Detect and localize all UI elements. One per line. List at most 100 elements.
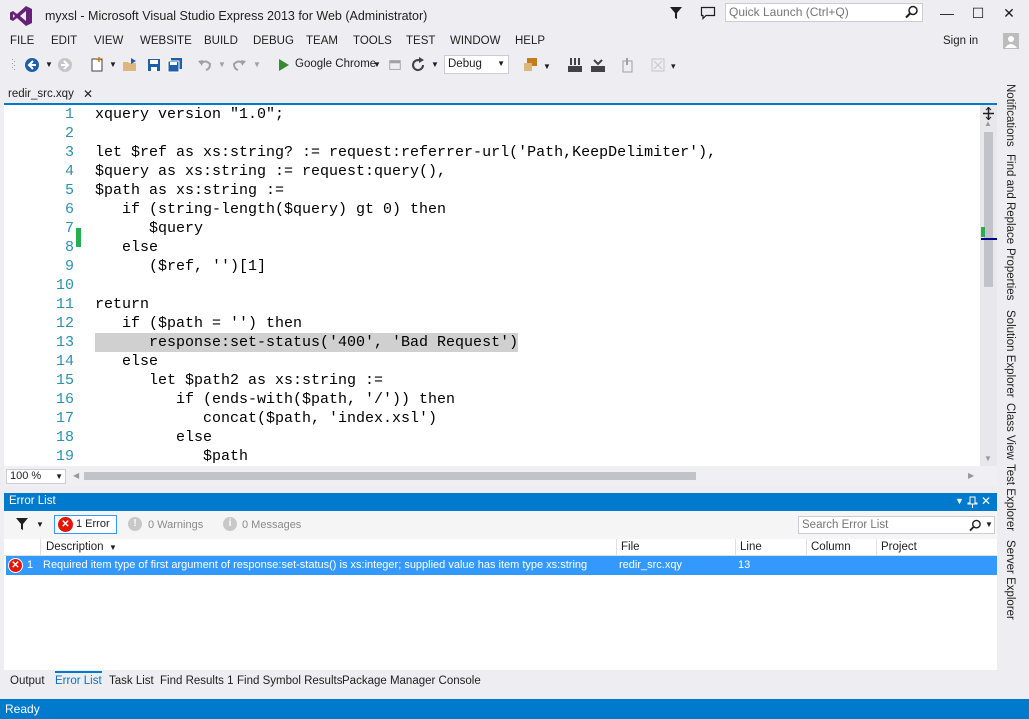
navigate-forward-icon[interactable] bbox=[57, 57, 73, 73]
horizontal-scroll-thumb[interactable] bbox=[84, 472, 696, 480]
build-solution-icon[interactable] bbox=[567, 57, 583, 73]
save-icon[interactable] bbox=[146, 57, 162, 73]
column-divider bbox=[40, 539, 41, 555]
tab-solution-explorer[interactable]: Solution Explorer bbox=[1004, 310, 1016, 398]
quick-launch-input[interactable] bbox=[726, 4, 899, 20]
toggle-comments-icon[interactable] bbox=[650, 57, 666, 73]
tab-class-view[interactable]: Class View bbox=[1004, 403, 1016, 460]
line-number: 7 bbox=[64, 220, 74, 237]
navigate-back-icon[interactable] bbox=[24, 57, 40, 73]
menu-file[interactable]: FILE bbox=[10, 35, 34, 47]
publish-icon[interactable] bbox=[620, 57, 636, 73]
undo-icon[interactable] bbox=[197, 57, 213, 73]
quick-launch-box[interactable] bbox=[725, 3, 923, 22]
minimize-button[interactable]: — bbox=[932, 2, 962, 24]
close-window-button[interactable]: ✕ bbox=[994, 2, 1024, 24]
tab-find-symbol-results[interactable]: Find Symbol Results bbox=[237, 675, 342, 687]
find-in-files-icon[interactable] bbox=[523, 57, 539, 73]
menu-website[interactable]: WEBSITE bbox=[140, 35, 192, 47]
error-list-search-input[interactable] bbox=[799, 517, 962, 533]
code-line: 11 return bbox=[4, 295, 980, 314]
tab-error-list[interactable]: Error List bbox=[55, 671, 102, 687]
sign-in-link[interactable]: Sign in bbox=[943, 35, 978, 47]
scroll-up-icon[interactable]: ▲ bbox=[984, 119, 992, 128]
warnings-toggle-button[interactable]: 0 Warnings bbox=[148, 519, 203, 531]
new-project-icon[interactable] bbox=[89, 57, 105, 73]
scroll-left-icon[interactable]: ◀ bbox=[73, 471, 79, 480]
filter-icon[interactable] bbox=[16, 518, 28, 530]
account-icon[interactable] bbox=[1003, 33, 1019, 49]
search-options-dropdown-icon[interactable]: ▼ bbox=[985, 520, 993, 529]
errors-toggle-button[interactable]: ✕ 1 Error bbox=[54, 515, 117, 534]
code-line: 1 xquery version "1.0"; bbox=[4, 105, 980, 124]
column-header-project[interactable]: Project bbox=[881, 541, 917, 553]
run-target-dropdown-icon[interactable]: ▼ bbox=[373, 60, 381, 76]
maximize-button[interactable]: ☐ bbox=[963, 2, 993, 24]
filter-dropdown-icon[interactable]: ▼ bbox=[36, 520, 44, 529]
menu-window[interactable]: WINDOW bbox=[450, 35, 500, 47]
error-list-search[interactable]: ▼ bbox=[798, 516, 995, 534]
menu-tools[interactable]: TOOLS bbox=[353, 35, 392, 47]
line-number: 12 bbox=[55, 315, 74, 332]
notification-filter-icon[interactable] bbox=[668, 5, 684, 21]
window-position-icon[interactable]: ▼ bbox=[955, 496, 964, 506]
tab-properties[interactable]: Properties bbox=[1004, 248, 1016, 300]
editor-vertical-scrollbar[interactable]: ▲ ▼ bbox=[980, 105, 997, 466]
tab-package-manager-console[interactable]: Package Manager Console bbox=[342, 675, 481, 687]
menu-build[interactable]: BUILD bbox=[204, 35, 238, 47]
start-debugging-icon[interactable] bbox=[278, 57, 290, 73]
menu-test[interactable]: TEST bbox=[406, 35, 435, 47]
tab-notifications[interactable]: Notifications bbox=[1004, 84, 1016, 147]
code-line: 14 else bbox=[4, 352, 980, 371]
zoom-level-select[interactable]: 100 % ▼ bbox=[6, 469, 66, 484]
redo-icon[interactable] bbox=[231, 57, 247, 73]
column-header-column[interactable]: Column bbox=[811, 541, 851, 553]
redo-dropdown-icon[interactable]: ▼ bbox=[253, 60, 261, 76]
scroll-down-icon[interactable]: ▼ bbox=[984, 454, 992, 463]
tab-find-and-replace[interactable]: Find and Replace bbox=[1004, 154, 1016, 244]
back-dropdown-icon[interactable]: ▼ bbox=[45, 60, 53, 76]
configuration-select[interactable]: Debug ▼ bbox=[444, 55, 509, 74]
messages-toggle-button[interactable]: 0 Messages bbox=[242, 519, 301, 531]
save-all-icon[interactable] bbox=[167, 57, 183, 73]
column-header-line[interactable]: Line bbox=[740, 541, 762, 553]
column-header-description[interactable]: Description bbox=[46, 541, 104, 553]
error-list-column-header-row: Description ▼ File Line Column Project bbox=[4, 539, 997, 556]
run-target-label[interactable]: Google Chrome bbox=[295, 58, 376, 74]
line-number: 9 bbox=[64, 258, 74, 275]
toolbar-grip-icon[interactable] bbox=[11, 57, 17, 73]
feedback-icon[interactable] bbox=[700, 5, 716, 21]
tab-task-list[interactable]: Task List bbox=[109, 675, 154, 687]
tab-server-explorer[interactable]: Server Explorer bbox=[1004, 540, 1016, 620]
find-dropdown-icon[interactable]: ▼ bbox=[543, 62, 551, 78]
scroll-right-icon[interactable]: ▶ bbox=[968, 471, 974, 480]
scroll-thumb[interactable] bbox=[984, 132, 993, 287]
change-tracking-marker bbox=[76, 228, 81, 247]
open-file-icon[interactable] bbox=[122, 57, 138, 73]
error-line: 13 bbox=[738, 559, 751, 571]
column-header-file[interactable]: File bbox=[621, 541, 640, 553]
tab-test-explorer[interactable]: Test Explorer bbox=[1004, 464, 1016, 531]
caret-position-marker bbox=[981, 238, 997, 240]
info-icon: i bbox=[223, 517, 237, 531]
auto-hide-pin-icon[interactable] bbox=[967, 496, 978, 508]
close-error-list-icon[interactable]: ✕ bbox=[981, 494, 991, 508]
menu-help[interactable]: HELP bbox=[515, 35, 545, 47]
menu-edit[interactable]: EDIT bbox=[51, 35, 77, 47]
tab-output[interactable]: Output bbox=[10, 675, 45, 687]
new-dropdown-icon[interactable]: ▼ bbox=[109, 60, 117, 76]
undo-dropdown-icon[interactable]: ▼ bbox=[218, 60, 226, 76]
close-tab-icon[interactable]: ✕ bbox=[83, 87, 93, 101]
code-editor[interactable]: 1 xquery version "1.0"; 2 3 let $ref as xs… bbox=[4, 105, 980, 466]
browser-link-icon[interactable] bbox=[388, 57, 402, 73]
line-text: let $ref as xs:string? := request:referr… bbox=[95, 144, 717, 161]
refresh-dropdown-icon[interactable]: ▼ bbox=[431, 60, 439, 76]
menu-debug[interactable]: DEBUG bbox=[253, 35, 294, 47]
menu-view[interactable]: VIEW bbox=[94, 35, 123, 47]
rebuild-solution-icon[interactable] bbox=[590, 57, 606, 73]
tab-find-results-1[interactable]: Find Results 1 bbox=[160, 675, 234, 687]
menu-team[interactable]: TEAM bbox=[306, 35, 338, 47]
toolbar-overflow-icon[interactable]: ▾ bbox=[671, 61, 676, 77]
error-row[interactable]: ✕ 1 Required item type of first argument… bbox=[6, 556, 997, 575]
refresh-icon[interactable] bbox=[410, 57, 426, 73]
